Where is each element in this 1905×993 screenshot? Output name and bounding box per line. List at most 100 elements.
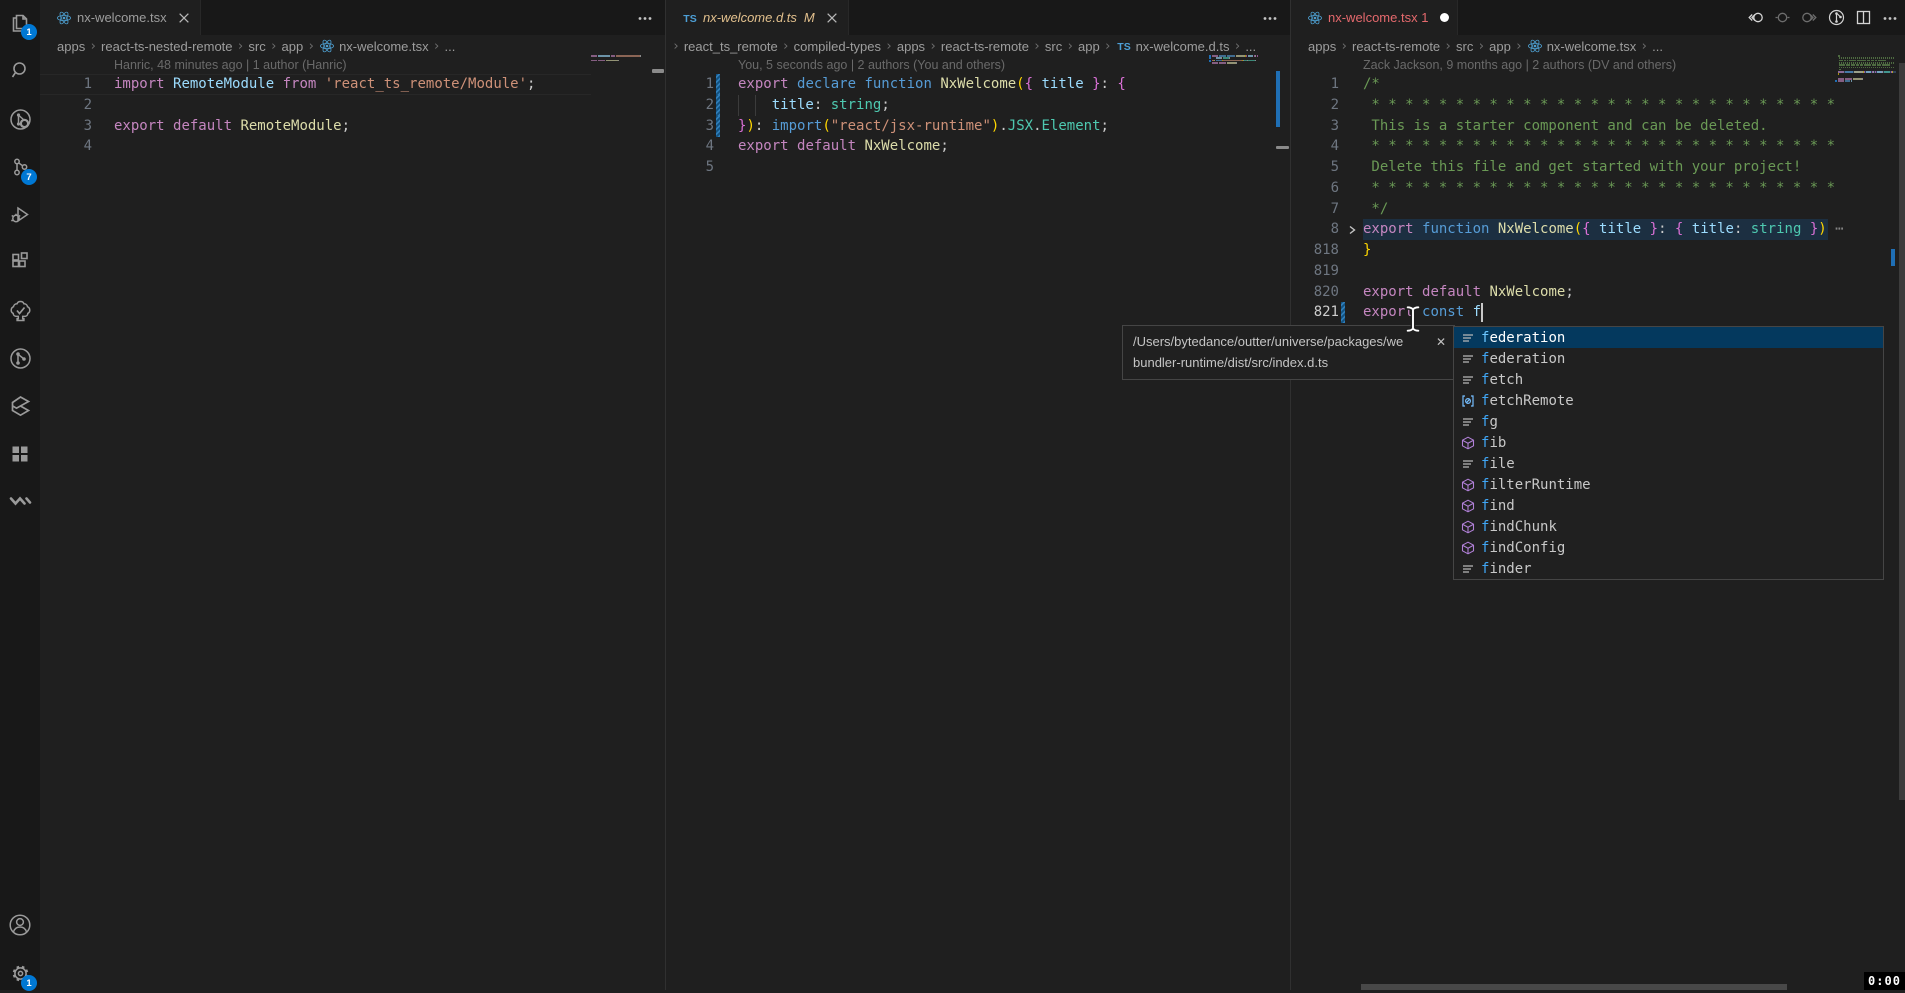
tab-nx-welcome.d.ts[interactable]: TSnx-welcome.d.tsM xyxy=(666,0,849,35)
editor-actions xyxy=(1262,0,1278,35)
code-text: Delete this file and get started with yo… xyxy=(1363,157,1801,178)
suggestion-federation[interactable]: federation xyxy=(1454,327,1883,348)
breadcrumb-item[interactable]: apps xyxy=(57,39,85,54)
explorer-icon[interactable]: 1 xyxy=(0,2,40,42)
history-search-icon[interactable] xyxy=(0,99,40,139)
breadcrumb-item[interactable]: nx-welcome.tsx xyxy=(339,39,429,54)
previous-change-icon[interactable] xyxy=(1747,9,1764,26)
code-line: 820export default NxWelcome; xyxy=(1291,282,1905,303)
breadcrumb-item[interactable]: src xyxy=(1456,39,1473,54)
grid-icon[interactable] xyxy=(0,434,40,474)
suggestion-finder[interactable]: finder xyxy=(1454,558,1883,579)
extensions-icon[interactable] xyxy=(0,242,40,282)
breadcrumb-item[interactable]: app xyxy=(1078,39,1100,54)
breadcrumb-item[interactable]: ... xyxy=(1652,39,1663,54)
editor-group-sash-2[interactable] xyxy=(1290,0,1291,990)
settings-gear-icon[interactable]: 1 xyxy=(0,953,40,993)
overview-ruler[interactable] xyxy=(651,57,665,990)
suggestion-label: finder xyxy=(1481,561,1532,577)
line-number: 819 xyxy=(1291,261,1339,282)
suggest-kind-text-icon xyxy=(1460,561,1476,577)
code-text: * * * * * * * * * * * * * * * * * * * * … xyxy=(1363,136,1835,157)
next-change-icon[interactable] xyxy=(1801,9,1818,26)
dirty-indicator[interactable] xyxy=(1440,13,1449,22)
source-control-icon[interactable]: 7 xyxy=(0,147,40,187)
line-number: 821 xyxy=(1291,302,1339,323)
run-debug-icon[interactable] xyxy=(0,195,40,235)
overview-cursor-marker xyxy=(652,69,664,73)
suggestion-find[interactable]: find xyxy=(1454,495,1883,516)
suggestion-filterRuntime[interactable]: filterRuntime xyxy=(1454,474,1883,495)
breadcrumb-item[interactable]: react-ts-remote xyxy=(941,39,1029,54)
more-actions-icon[interactable] xyxy=(1882,10,1898,26)
editor-group-sash-1[interactable] xyxy=(665,0,666,990)
suggestion-findChunk[interactable]: findChunk xyxy=(1454,516,1883,537)
tab-label: nx-welcome.tsx xyxy=(77,10,167,25)
continue-icon[interactable] xyxy=(0,386,40,426)
gitlens-icon[interactable] xyxy=(0,338,40,378)
editor-group-1: nx-welcome.tsxapps›react-ts-nested-remot… xyxy=(40,0,665,990)
line-number: 2 xyxy=(666,95,714,116)
breadcrumb-item[interactable]: src xyxy=(248,39,265,54)
code-text: export declare function NxWelcome({ titl… xyxy=(738,74,1126,95)
more-actions-icon[interactable] xyxy=(637,10,653,26)
suggestion-fg[interactable]: fg xyxy=(1454,411,1883,432)
fold-chevron-icon[interactable] xyxy=(1345,219,1359,240)
todo-tree-icon[interactable] xyxy=(0,290,40,330)
gitlens-blame-icon[interactable] xyxy=(1828,9,1845,26)
code-line: 6 * * * * * * * * * * * * * * * * * * * … xyxy=(1291,178,1905,199)
suggestion-file[interactable]: file xyxy=(1454,453,1883,474)
suggest-kind-text-icon xyxy=(1460,456,1476,472)
code-line: 4export default NxWelcome; xyxy=(666,136,1290,157)
heatmap-toggle-icon[interactable] xyxy=(1774,9,1791,26)
gutter-modified-indicator xyxy=(1341,302,1345,323)
breadcrumb-item[interactable]: react-ts-nested-remote xyxy=(101,39,233,54)
search-icon[interactable] xyxy=(0,50,40,90)
breadcrumb-item[interactable]: src xyxy=(1045,39,1062,54)
close-icon[interactable] xyxy=(176,10,192,26)
breadcrumb-item[interactable]: nx-welcome.d.ts xyxy=(1136,39,1230,54)
line-number: 3 xyxy=(666,116,714,137)
split-editor-icon[interactable] xyxy=(1855,9,1872,26)
suggestion-federation[interactable]: federation xyxy=(1454,348,1883,369)
suggestion-label: fetchRemote xyxy=(1481,393,1574,409)
code-editor[interactable]: Hanric, 48 minutes ago | 1 author (Hanri… xyxy=(40,57,665,990)
horizontal-scrollbar-thumb[interactable] xyxy=(1361,984,1787,990)
breadcrumb-item[interactable]: react-ts-remote xyxy=(1352,39,1440,54)
overview-ruler[interactable] xyxy=(1276,57,1290,990)
chevron-right-icon: › xyxy=(672,39,680,54)
breadcrumb-item[interactable]: app xyxy=(1489,39,1511,54)
breadcrumb-item[interactable]: compiled-types xyxy=(794,39,881,54)
line-number: 3 xyxy=(40,116,92,137)
code-line: 4 xyxy=(40,136,665,157)
suggestion-fetchRemote[interactable]: fetchRemote xyxy=(1454,390,1883,411)
tab-nx-welcome.tsx[interactable]: nx-welcome.tsx xyxy=(40,0,201,35)
account-icon[interactable] xyxy=(0,905,40,945)
suggestion-findConfig[interactable]: findConfig xyxy=(1454,537,1883,558)
breadcrumb-item[interactable]: react_ts_remote xyxy=(684,39,778,54)
line-number: 5 xyxy=(1291,157,1339,178)
close-icon[interactable]: ✕ xyxy=(1436,332,1446,353)
breadcrumb-item[interactable]: apps xyxy=(1308,39,1336,54)
breadcrumb-item[interactable]: apps xyxy=(897,39,925,54)
breadcrumb-item[interactable]: app xyxy=(282,39,304,54)
wave-icon[interactable] xyxy=(0,482,40,522)
tab-nx-welcome.tsx[interactable]: nx-welcome.tsx 1 xyxy=(1291,0,1458,35)
line-number: 1 xyxy=(40,74,92,95)
close-icon[interactable] xyxy=(824,10,840,26)
breadcrumb-item[interactable]: nx-welcome.tsx xyxy=(1547,39,1637,54)
suggest-kind-ref-icon xyxy=(1460,393,1476,409)
more-actions-icon[interactable] xyxy=(1262,10,1278,26)
vertical-scrollbar-thumb[interactable] xyxy=(1899,63,1905,800)
code-line: 3 This is a starter component and can be… xyxy=(1291,116,1905,137)
breadcrumb-item[interactable]: ... xyxy=(1245,39,1256,54)
suggestion-fetch[interactable]: fetch xyxy=(1454,369,1883,390)
breadcrumb-item[interactable]: ... xyxy=(444,39,455,54)
suggestion-fib[interactable]: fib xyxy=(1454,432,1883,453)
line-number: 4 xyxy=(40,136,92,157)
react-file-icon xyxy=(319,38,335,54)
code-editor[interactable]: You, 5 seconds ago | 2 authors (You and … xyxy=(666,57,1290,990)
editor-group-2: TSnx-welcome.d.tsM›react_ts_remote›compi… xyxy=(666,0,1290,990)
overview-ruler[interactable] xyxy=(1891,57,1905,990)
code-text: }): import("react/jsx-runtime").JSX.Elem… xyxy=(738,116,1109,137)
